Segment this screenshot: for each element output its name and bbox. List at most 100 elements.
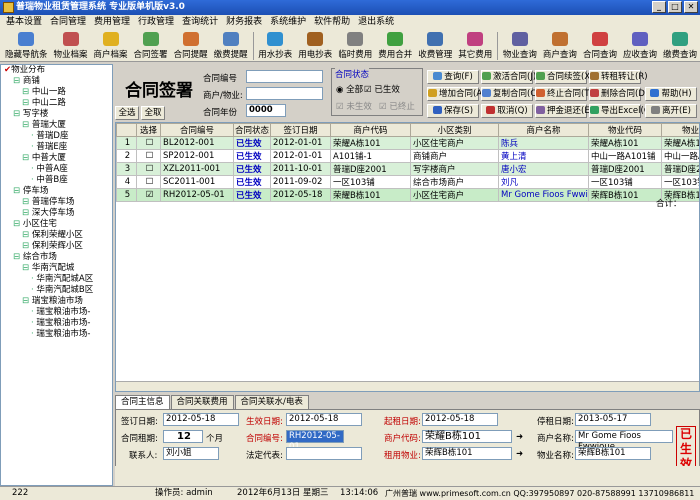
property-input[interactable]: 荣辉B栋101 — [422, 447, 512, 460]
row-checkbox[interactable]: ☐ — [136, 162, 161, 176]
tree-node[interactable]: ⊟ 华南汽配城 — [1, 263, 112, 274]
menu-item-6[interactable]: 系统维护 — [266, 15, 310, 30]
tab-1[interactable]: 合同关联费用 — [170, 395, 234, 409]
header-button-9[interactable]: 转租转让(R) — [589, 70, 648, 84]
header-button-4[interactable]: 复制合同(C) — [481, 87, 540, 101]
property-name-input[interactable]: 荣辉B栋101 — [575, 447, 651, 460]
toolbar-button-11[interactable]: 其它费用 — [455, 30, 495, 62]
table-row[interactable]: 3 ☐ XZL2011-001 已生效 2011-10-01 普瑞D座2001 写字楼商户唐… — [116, 162, 699, 176]
legal-input[interactable] — [286, 447, 362, 460]
contract-no-input[interactable] — [246, 70, 323, 83]
menu-item-5[interactable]: 财务报表 — [222, 15, 266, 30]
column-header[interactable]: 选择 — [136, 123, 161, 137]
effect-date-input[interactable]: 2012-05-18 — [286, 413, 362, 426]
status-terminated-checkbox[interactable]: ☑ 已终止 — [379, 100, 415, 112]
horizontal-scrollbar[interactable] — [116, 381, 699, 391]
start-date-input[interactable]: 2012-05-18 — [422, 413, 498, 426]
header-button-2[interactable]: 保存(S) — [427, 104, 479, 118]
toolbar-button-5[interactable]: 缴费提醒 — [211, 30, 251, 62]
menu-item-7[interactable]: 软件帮助 — [310, 15, 354, 30]
tree-node[interactable]: ⊟ 普瑞大厦 — [1, 120, 112, 131]
status-all-radio[interactable]: ◉ 全部 — [336, 83, 363, 95]
toolbar-button-2[interactable]: 商户档案 — [91, 30, 131, 62]
property-lookup-icon[interactable]: ➜ — [516, 449, 523, 459]
row-checkbox[interactable]: ☐ — [136, 149, 161, 163]
tree-node[interactable]: · 中普A座 — [1, 164, 112, 175]
toolbar-button-7[interactable]: 用电抄表 — [295, 30, 335, 62]
menu-item-1[interactable]: 合同管理 — [46, 15, 90, 30]
tenant-input[interactable] — [246, 87, 323, 100]
contract-no-field[interactable]: RH2012-05-01 — [286, 430, 344, 452]
contact-input[interactable]: 刘小姐 — [163, 447, 219, 460]
header-button-6[interactable]: 合同续签(X) — [535, 70, 593, 84]
tree-node[interactable]: ⊟ 保利荣辉小区 — [1, 241, 112, 252]
row-checkbox[interactable]: ☐ — [136, 136, 161, 150]
menu-item-0[interactable]: 基本设置 — [2, 15, 46, 30]
table-row[interactable]: 4 ☐ SC2011-001 已生效 2011-09-02 一区103铺 综合市场商户 刘凡一… — [116, 175, 699, 189]
toolbar-button-14[interactable]: 合同查询 — [580, 30, 620, 62]
tree-node[interactable]: ✔物业分布 — [1, 65, 112, 76]
property-tree[interactable]: ✔物业分布 ⊟ 商铺 ⊟ 中山一路 ⊟ 中山二路 ⊟ 写字楼 ⊟ 普瑞大厦 · 普瑞D座 · … — [0, 64, 113, 486]
column-header[interactable]: 物业名称 — [661, 123, 699, 137]
year-input[interactable]: 0000 — [246, 104, 286, 117]
toolbar-button-0[interactable]: 隐藏导航条 — [2, 30, 51, 62]
tree-node[interactable]: ⊟ 中山二路 — [1, 98, 112, 109]
tenant-lookup-icon[interactable]: ➜ — [516, 432, 523, 442]
tree-node[interactable]: ⊟ 停车场 — [1, 186, 112, 197]
period-input[interactable]: 12 — [163, 430, 203, 443]
tree-node[interactable]: ⊟ 写字楼 — [1, 109, 112, 120]
header-button-5[interactable]: 取消(Q) — [481, 104, 533, 118]
menu-item-3[interactable]: 行政管理 — [134, 15, 178, 30]
column-header[interactable]: 合同编号 — [160, 123, 234, 137]
menu-item-2[interactable]: 费用管理 — [90, 15, 134, 30]
column-header[interactable] — [116, 123, 137, 137]
toolbar-button-1[interactable]: 物业档案 — [51, 30, 91, 62]
column-header[interactable]: 签订日期 — [270, 123, 331, 137]
tree-node[interactable]: ⊟ 商铺 — [1, 76, 112, 87]
minimize-button[interactable]: _ — [652, 1, 666, 13]
header-button-1[interactable]: 增加合同(A) — [427, 87, 485, 101]
select-none-button[interactable]: 全取 — [141, 106, 165, 120]
toolbar-button-3[interactable]: 合同签署 — [131, 30, 171, 62]
tree-node[interactable]: · 普瑞D座 — [1, 131, 112, 142]
header-button-10[interactable]: 删除合同(D) — [589, 87, 648, 101]
column-header[interactable]: 商户名称 — [498, 123, 589, 137]
sign-date-input[interactable]: 2012-05-18 — [163, 413, 239, 426]
tab-0[interactable]: 合同主信息 — [115, 395, 170, 409]
tree-node[interactable]: ⊟ 保利荣耀小区 — [1, 230, 112, 241]
menu-item-4[interactable]: 查询统计 — [178, 15, 222, 30]
tree-node[interactable]: ⊟ 普瑞停车场 — [1, 197, 112, 208]
tree-node[interactable]: · 瑞宝粮油市场- — [1, 307, 112, 318]
tree-node[interactable]: ⊟ 中普大厦 — [1, 153, 112, 164]
tree-node[interactable]: · 华南汽配城B区 — [1, 285, 112, 296]
status-inactive-checkbox[interactable]: ☑ 未生效 — [336, 100, 372, 112]
toolbar-button-10[interactable]: 收费管理 — [415, 30, 455, 62]
toolbar-button-4[interactable]: 合同提醒 — [171, 30, 211, 62]
table-row[interactable]: 2 ☐ SP2012-001 已生效 2012-01-01 A101铺-1 商铺商户 黄上清中… — [116, 149, 699, 163]
toolbar-button-8[interactable]: 临时费用 — [335, 30, 375, 62]
row-checkbox[interactable]: ☑ — [136, 188, 161, 202]
select-all-button[interactable]: 全选 — [115, 106, 139, 120]
stop-date-input[interactable]: 2013-05-17 — [575, 413, 651, 426]
header-button-13[interactable]: 离开(E) — [645, 104, 697, 118]
column-header[interactable]: 小区类别 — [410, 123, 499, 137]
tenant-name-input[interactable]: Mr Gome Fioos Fwwioue — [575, 430, 673, 452]
toolbar-button-15[interactable]: 应收查询 — [620, 30, 660, 62]
column-header[interactable]: 商户代码 — [330, 123, 411, 137]
tab-2[interactable]: 合同关联水/电表 — [234, 395, 309, 409]
table-row[interactable]: 5 ☑ RH2012-05-01 已生效 2012-05-18 荣耀B栋101 小区住宅商户… — [116, 188, 699, 202]
toolbar-button-12[interactable]: 物业查询 — [500, 30, 540, 62]
header-button-7[interactable]: 终止合同(T) — [535, 87, 593, 101]
header-button-12[interactable]: 帮助(H) — [645, 87, 697, 101]
tree-node[interactable]: · 中普B座 — [1, 175, 112, 186]
tree-node[interactable]: · 瑞宝粮油市场- — [1, 329, 112, 340]
toolbar-button-9[interactable]: 费用合并 — [375, 30, 415, 62]
column-header[interactable]: 物业代码 — [588, 123, 662, 137]
maximize-button[interactable]: □ — [668, 1, 682, 13]
close-button[interactable]: ✕ — [684, 1, 698, 13]
tenant-code-input[interactable]: 荣耀B栋101 — [422, 430, 512, 443]
tree-node[interactable]: · 华南汽配城A区 — [1, 274, 112, 285]
tree-node[interactable]: ⊟ 深大停车场 — [1, 208, 112, 219]
header-button-11[interactable]: 导出Excel(O) — [589, 104, 654, 118]
column-header[interactable]: 合同状态 — [233, 123, 271, 137]
